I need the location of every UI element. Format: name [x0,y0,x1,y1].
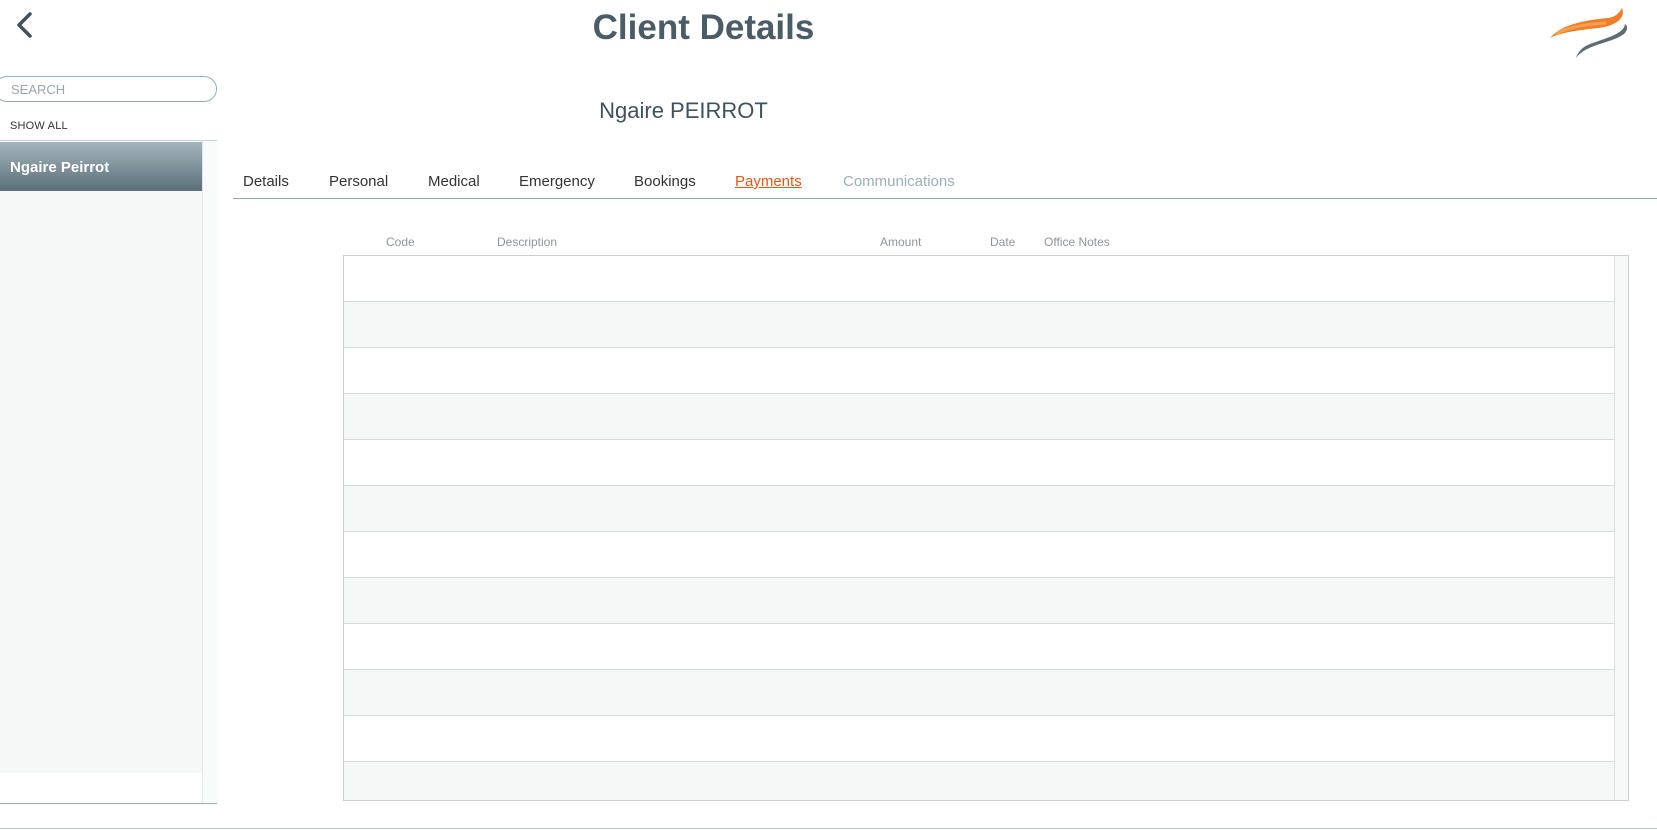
table-row[interactable] [344,256,1614,302]
tab-medical[interactable]: Medical [428,173,480,190]
column-header-office-notes: Office Notes [1044,235,1110,249]
client-list-item[interactable]: Ngaire Peirrot [0,142,202,191]
column-header-description: Description [497,235,558,249]
table-row[interactable] [344,440,1614,486]
tab-payments[interactable]: Payments [735,173,802,190]
tab-emergency[interactable]: Emergency [519,173,595,190]
table-row[interactable] [344,578,1614,624]
table-row[interactable] [344,532,1614,578]
client-list-footer [0,773,202,804]
client-name-heading: Ngaire PEIRROT [599,98,768,123]
footer-divider [0,828,1657,829]
table-row[interactable] [344,670,1614,716]
table-row[interactable] [344,302,1614,348]
column-header-date: Date [990,235,1016,249]
column-header-code: Code [386,235,415,249]
table-scrollbar[interactable] [1614,256,1628,800]
brand-logo [1546,4,1630,62]
column-header-amount: Amount [880,235,922,249]
tab-details[interactable]: Details [243,173,289,190]
table-row[interactable] [344,486,1614,532]
table-row[interactable] [344,762,1614,800]
tab-bar: Details Personal Medical Emergency Booki… [233,163,1657,199]
tab-bookings[interactable]: Bookings [634,173,696,190]
payments-table [343,255,1629,801]
client-list: Ngaire Peirrot [0,140,218,805]
tab-personal[interactable]: Personal [329,173,388,190]
page-title: Client Details [592,8,815,47]
table-row[interactable] [344,348,1614,394]
tab-communications[interactable]: Communications [843,173,955,190]
table-row[interactable] [344,394,1614,440]
client-list-scrollbar[interactable] [202,141,218,804]
table-row[interactable] [344,624,1614,670]
table-row[interactable] [344,716,1614,762]
sidebar-divider [0,803,217,804]
